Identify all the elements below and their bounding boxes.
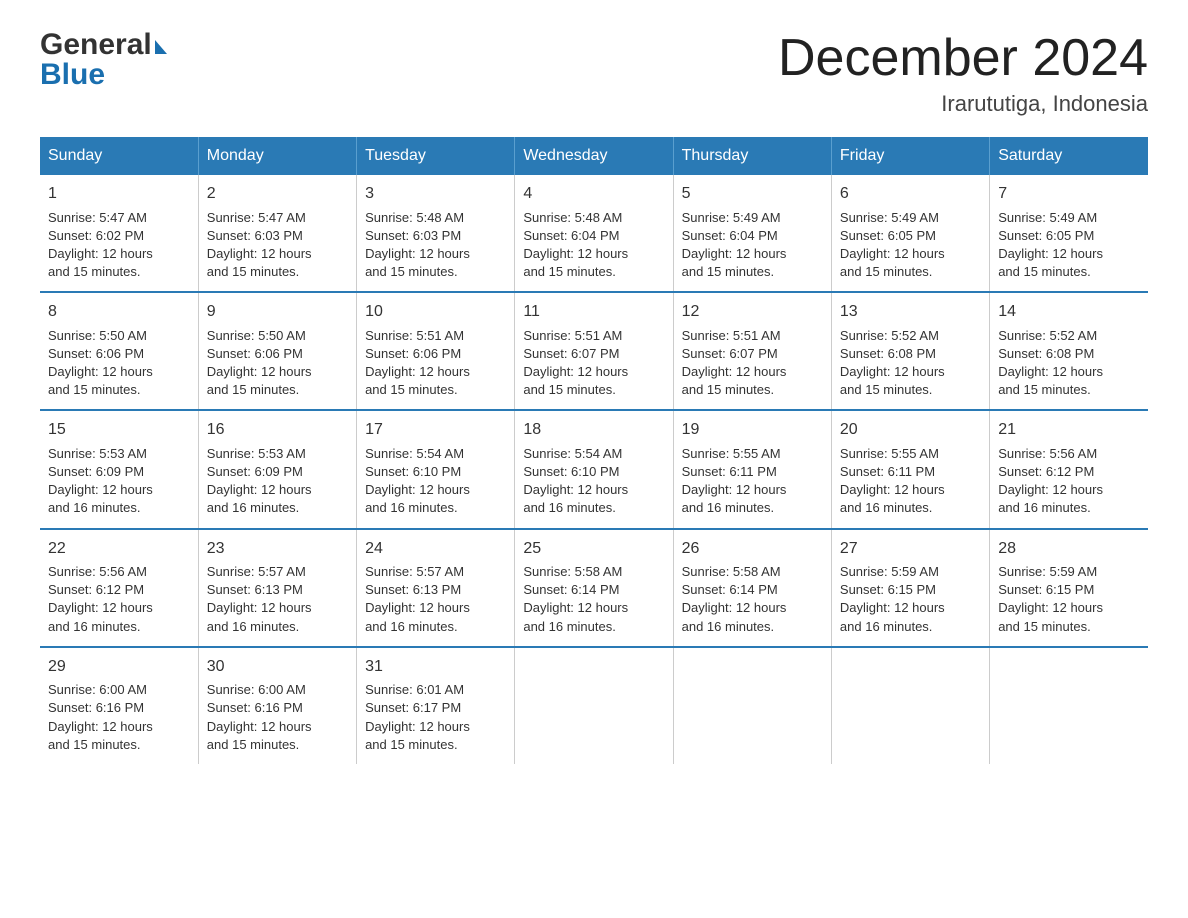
day-number: 6: [840, 183, 981, 205]
logo-blue-text: Blue: [40, 60, 105, 90]
header-friday: Friday: [831, 137, 989, 175]
day-number: 1: [48, 183, 190, 205]
calendar-cell: 13Sunrise: 5:52 AMSunset: 6:08 PMDayligh…: [831, 292, 989, 410]
day-number: 14: [998, 301, 1140, 323]
calendar-cell: 8Sunrise: 5:50 AMSunset: 6:06 PMDaylight…: [40, 292, 198, 410]
day-number: 25: [523, 538, 664, 560]
calendar-header-row: SundayMondayTuesdayWednesdayThursdayFrid…: [40, 137, 1148, 175]
day-number: 24: [365, 538, 506, 560]
calendar-cell: [990, 647, 1148, 764]
calendar-table: SundayMondayTuesdayWednesdayThursdayFrid…: [40, 137, 1148, 764]
calendar-cell: 1Sunrise: 5:47 AMSunset: 6:02 PMDaylight…: [40, 175, 198, 292]
calendar-cell: 31Sunrise: 6:01 AMSunset: 6:17 PMDayligh…: [357, 647, 515, 764]
calendar-cell: 19Sunrise: 5:55 AMSunset: 6:11 PMDayligh…: [673, 410, 831, 528]
day-number: 27: [840, 538, 981, 560]
title-area: December 2024 Irarututiga, Indonesia: [778, 30, 1148, 117]
day-number: 12: [682, 301, 823, 323]
day-number: 16: [207, 419, 348, 441]
calendar-cell: 30Sunrise: 6:00 AMSunset: 6:16 PMDayligh…: [198, 647, 356, 764]
calendar-cell: 4Sunrise: 5:48 AMSunset: 6:04 PMDaylight…: [515, 175, 673, 292]
calendar-cell: 27Sunrise: 5:59 AMSunset: 6:15 PMDayligh…: [831, 529, 989, 647]
header-monday: Monday: [198, 137, 356, 175]
calendar-cell: [515, 647, 673, 764]
calendar-cell: 2Sunrise: 5:47 AMSunset: 6:03 PMDaylight…: [198, 175, 356, 292]
day-number: 10: [365, 301, 506, 323]
calendar-cell: 29Sunrise: 6:00 AMSunset: 6:16 PMDayligh…: [40, 647, 198, 764]
calendar-cell: 14Sunrise: 5:52 AMSunset: 6:08 PMDayligh…: [990, 292, 1148, 410]
day-number: 3: [365, 183, 506, 205]
calendar-week-1: 1Sunrise: 5:47 AMSunset: 6:02 PMDaylight…: [40, 175, 1148, 292]
day-number: 11: [523, 301, 664, 323]
calendar-cell: 10Sunrise: 5:51 AMSunset: 6:06 PMDayligh…: [357, 292, 515, 410]
day-number: 29: [48, 656, 190, 678]
calendar-cell: 7Sunrise: 5:49 AMSunset: 6:05 PMDaylight…: [990, 175, 1148, 292]
day-number: 31: [365, 656, 506, 678]
day-number: 5: [682, 183, 823, 205]
calendar-week-3: 15Sunrise: 5:53 AMSunset: 6:09 PMDayligh…: [40, 410, 1148, 528]
header-saturday: Saturday: [990, 137, 1148, 175]
calendar-cell: 23Sunrise: 5:57 AMSunset: 6:13 PMDayligh…: [198, 529, 356, 647]
calendar-cell: 15Sunrise: 5:53 AMSunset: 6:09 PMDayligh…: [40, 410, 198, 528]
logo-arrow-icon: [155, 40, 167, 54]
logo-general-text: General: [40, 30, 152, 60]
calendar-cell: 11Sunrise: 5:51 AMSunset: 6:07 PMDayligh…: [515, 292, 673, 410]
day-number: 19: [682, 419, 823, 441]
calendar-week-4: 22Sunrise: 5:56 AMSunset: 6:12 PMDayligh…: [40, 529, 1148, 647]
calendar-cell: [673, 647, 831, 764]
month-title: December 2024: [778, 30, 1148, 87]
day-number: 30: [207, 656, 348, 678]
day-number: 13: [840, 301, 981, 323]
header-wednesday: Wednesday: [515, 137, 673, 175]
calendar-cell: 25Sunrise: 5:58 AMSunset: 6:14 PMDayligh…: [515, 529, 673, 647]
day-number: 15: [48, 419, 190, 441]
calendar-cell: 16Sunrise: 5:53 AMSunset: 6:09 PMDayligh…: [198, 410, 356, 528]
logo: General Blue: [40, 30, 167, 90]
day-number: 17: [365, 419, 506, 441]
day-number: 20: [840, 419, 981, 441]
calendar-cell: 3Sunrise: 5:48 AMSunset: 6:03 PMDaylight…: [357, 175, 515, 292]
day-number: 28: [998, 538, 1140, 560]
day-number: 26: [682, 538, 823, 560]
day-number: 18: [523, 419, 664, 441]
calendar-cell: 9Sunrise: 5:50 AMSunset: 6:06 PMDaylight…: [198, 292, 356, 410]
calendar-cell: 20Sunrise: 5:55 AMSunset: 6:11 PMDayligh…: [831, 410, 989, 528]
location-subtitle: Irarututiga, Indonesia: [778, 91, 1148, 117]
day-number: 9: [207, 301, 348, 323]
calendar-cell: 5Sunrise: 5:49 AMSunset: 6:04 PMDaylight…: [673, 175, 831, 292]
calendar-cell: 6Sunrise: 5:49 AMSunset: 6:05 PMDaylight…: [831, 175, 989, 292]
calendar-cell: 12Sunrise: 5:51 AMSunset: 6:07 PMDayligh…: [673, 292, 831, 410]
day-number: 23: [207, 538, 348, 560]
calendar-week-5: 29Sunrise: 6:00 AMSunset: 6:16 PMDayligh…: [40, 647, 1148, 764]
header-tuesday: Tuesday: [357, 137, 515, 175]
calendar-cell: 17Sunrise: 5:54 AMSunset: 6:10 PMDayligh…: [357, 410, 515, 528]
day-number: 22: [48, 538, 190, 560]
day-number: 4: [523, 183, 664, 205]
header-thursday: Thursday: [673, 137, 831, 175]
calendar-week-2: 8Sunrise: 5:50 AMSunset: 6:06 PMDaylight…: [40, 292, 1148, 410]
page-header: General Blue December 2024 Irarututiga, …: [40, 30, 1148, 117]
calendar-cell: 26Sunrise: 5:58 AMSunset: 6:14 PMDayligh…: [673, 529, 831, 647]
day-number: 7: [998, 183, 1140, 205]
day-number: 2: [207, 183, 348, 205]
calendar-cell: 28Sunrise: 5:59 AMSunset: 6:15 PMDayligh…: [990, 529, 1148, 647]
day-number: 21: [998, 419, 1140, 441]
calendar-cell: 18Sunrise: 5:54 AMSunset: 6:10 PMDayligh…: [515, 410, 673, 528]
calendar-cell: 24Sunrise: 5:57 AMSunset: 6:13 PMDayligh…: [357, 529, 515, 647]
calendar-cell: [831, 647, 989, 764]
calendar-cell: 21Sunrise: 5:56 AMSunset: 6:12 PMDayligh…: [990, 410, 1148, 528]
day-number: 8: [48, 301, 190, 323]
header-sunday: Sunday: [40, 137, 198, 175]
calendar-cell: 22Sunrise: 5:56 AMSunset: 6:12 PMDayligh…: [40, 529, 198, 647]
